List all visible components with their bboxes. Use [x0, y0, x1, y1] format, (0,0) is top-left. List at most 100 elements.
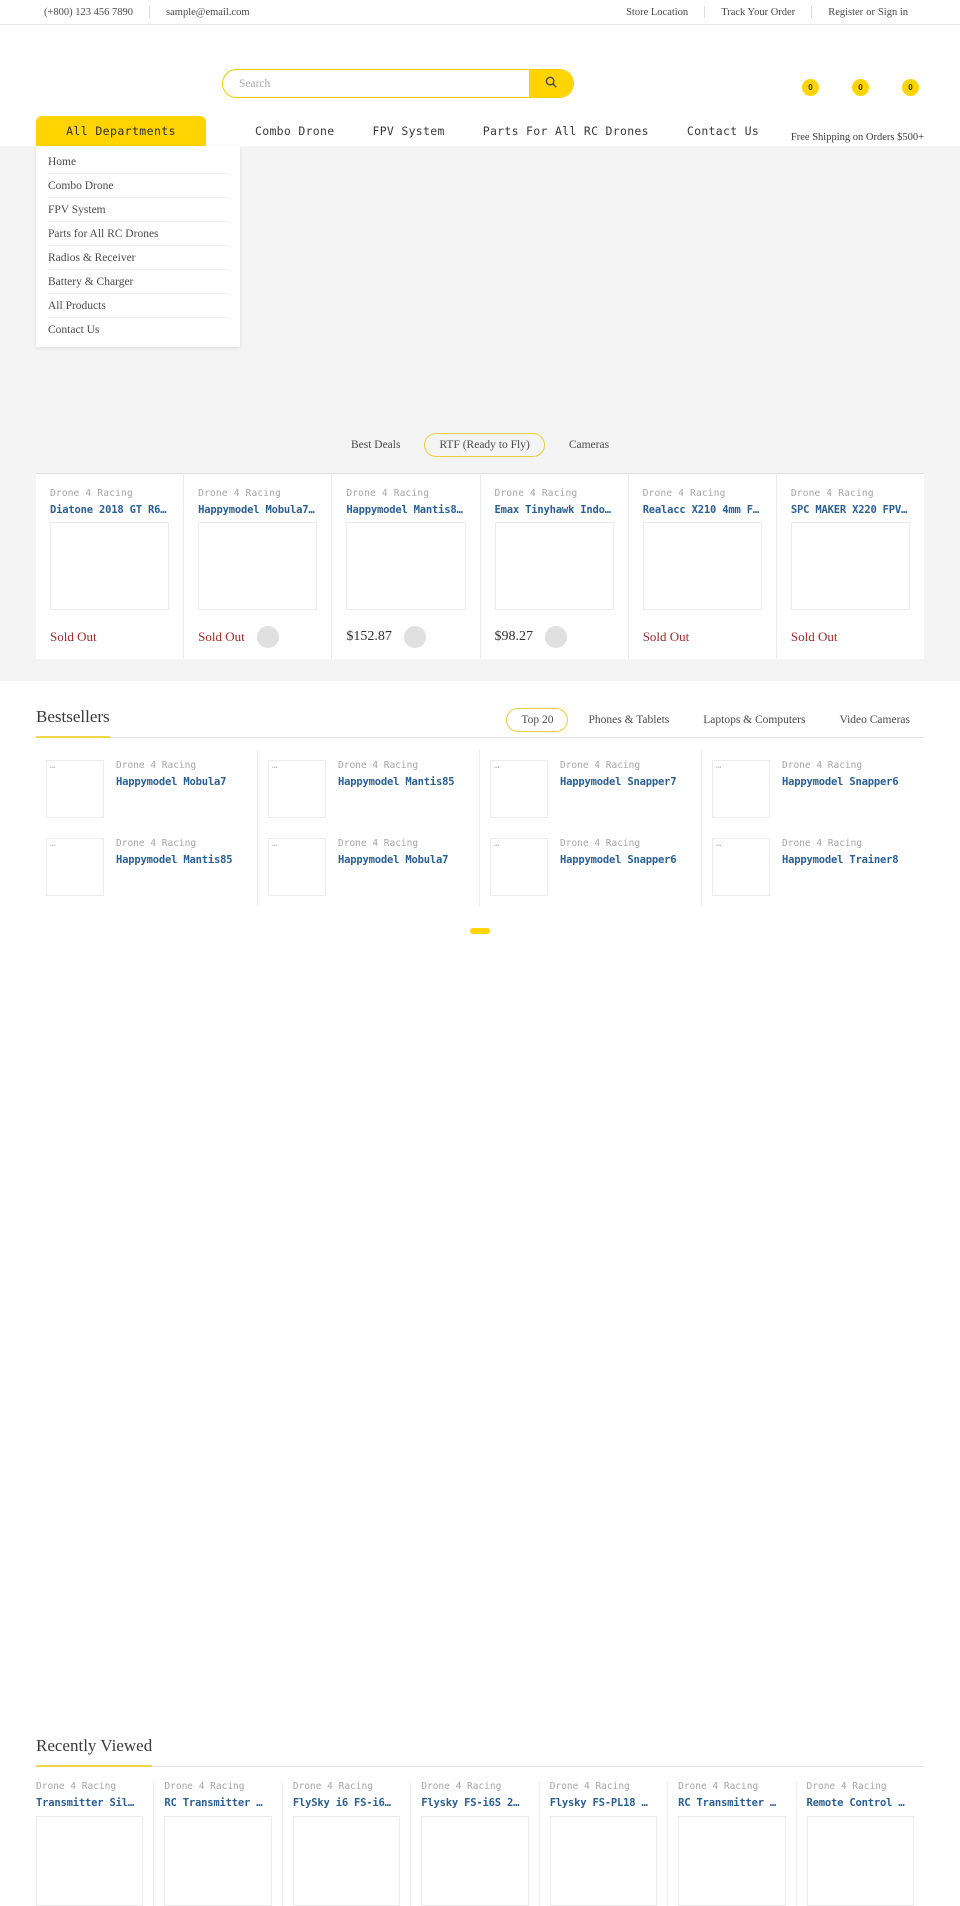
product-card[interactable]: Drone 4 Racing Happymodel Mantis8… $152.87 — [332, 474, 481, 659]
dropdown-item-1[interactable]: Combo Drone — [48, 174, 228, 198]
bestseller-item[interactable]: … Drone 4 Racing Happymodel Trainer8 — [702, 828, 924, 906]
wishlist-icon[interactable]: 0 — [852, 79, 874, 99]
sold-out-label: Sold Out — [790, 629, 838, 644]
product-image — [292, 1816, 401, 1906]
product-thumbnail: … — [490, 760, 548, 818]
signin-link[interactable]: Sign in — [878, 7, 908, 18]
product-title[interactable]: Happymodel Mobula7 — [116, 776, 226, 788]
product-title[interactable]: Happymodel Trainer8 — [782, 854, 898, 866]
product-card[interactable]: Drone 4 Racing Diatone 2018 GT R6… Sold Ou… — [36, 474, 185, 659]
product-image — [421, 1816, 529, 1906]
product-title[interactable]: Happymodel Mantis85 — [116, 854, 232, 866]
store-location-link[interactable]: Store Location — [618, 7, 704, 18]
register-link[interactable]: Register — [828, 7, 863, 18]
search-input[interactable] — [223, 70, 529, 97]
product-footer: $98.27 — [495, 622, 614, 652]
recently-viewed-card[interactable]: Drone 4 Racing Flysky FS-i6S 2… — [421, 1781, 540, 1906]
add-to-cart-icon[interactable] — [256, 626, 279, 648]
bestseller-item[interactable]: … Drone 4 Racing Happymodel Snapper6 — [702, 750, 924, 828]
dropdown-item-7[interactable]: Contact Us — [48, 318, 228, 341]
departments-dropdown: Home Combo Drone FPV System Parts for All R… — [36, 146, 240, 347]
bestsellers-tab-0[interactable]: Top 20 — [506, 708, 569, 732]
product-brand: Drone 4 Racing — [116, 838, 197, 849]
recently-viewed-heading: Recently Viewed — [36, 1736, 153, 1767]
recently-viewed-card[interactable]: Drone 4 Racing Transmitter Sil… — [36, 1781, 155, 1906]
product-title[interactable]: RC Transmitter … — [678, 1797, 785, 1809]
bestsellers-tab-2[interactable]: Laptops & Computers — [689, 709, 819, 731]
bestseller-item[interactable]: … Drone 4 Racing Happymodel Mobula7 — [36, 750, 258, 828]
product-title[interactable]: Realacc X210 4mm F… — [643, 504, 762, 516]
sold-out-label: Sold Out — [50, 629, 97, 644]
product-title[interactable]: Happymodel Snapper7 — [560, 776, 676, 788]
product-brand: Drone 4 Racing — [549, 1781, 630, 1792]
product-brand: Drone 4 Racing — [198, 488, 282, 499]
bestsellers-tab-3[interactable]: Video Cameras — [825, 709, 924, 731]
deals-tab-2[interactable]: Cameras — [555, 434, 623, 456]
site-header: 0 0 0 — [0, 25, 960, 110]
product-footer: Sold Out — [643, 622, 762, 652]
deals-tab-0[interactable]: Best Deals — [337, 434, 415, 456]
product-brand: Drone 4 Racing — [338, 760, 419, 771]
recently-viewed-card[interactable]: Drone 4 Racing Remote Control … — [806, 1781, 924, 1906]
cart-icon[interactable]: 0 — [902, 79, 924, 99]
product-card[interactable]: Drone 4 Racing Realacc X210 4mm F… Sold Ou… — [629, 474, 777, 659]
recently-viewed-card[interactable]: Drone 4 Racing RC Transmitter … — [678, 1781, 797, 1906]
dropdown-item-5[interactable]: Battery & Charger — [48, 270, 228, 294]
dropdown-item-6[interactable]: All Products — [48, 294, 228, 318]
product-title[interactable]: Happymodel Mobula7… — [198, 504, 317, 516]
product-title[interactable]: Happymodel Mantis85 — [338, 776, 454, 788]
product-title[interactable]: Emax Tinyhawk Indo… — [495, 504, 614, 516]
product-title[interactable]: Transmitter Sil… — [36, 1797, 143, 1809]
bestseller-item[interactable]: … Drone 4 Racing Happymodel Snapper6 — [480, 828, 702, 906]
all-departments-button[interactable]: All Departments — [36, 116, 206, 146]
bestseller-item[interactable]: … Drone 4 Racing Happymodel Mantis85 — [36, 828, 258, 906]
recently-viewed-card[interactable]: Drone 4 Racing Flysky FS-PL18 … — [549, 1781, 669, 1906]
bestseller-item[interactable]: … Drone 4 Racing Happymodel Snapper7 — [480, 750, 702, 828]
nav-item-fpv-system[interactable]: FPV System — [353, 124, 463, 138]
compare-icon[interactable]: 0 — [802, 79, 824, 99]
product-title[interactable]: Flysky FS-i6S 2… — [421, 1797, 528, 1809]
bestseller-item[interactable]: … Drone 4 Racing Happymodel Mantis85 — [258, 750, 480, 828]
add-to-cart-icon[interactable] — [403, 626, 426, 648]
bestsellers-tab-1[interactable]: Phones & Tablets — [574, 709, 683, 731]
email-address[interactable]: sample@email.com — [150, 7, 265, 18]
product-card[interactable]: Drone 4 Racing SPC MAKER X220 FPV… Sold Ou… — [777, 474, 924, 659]
bestsellers-section: Bestsellers Top 20 Phones & Tablets Laptop… — [36, 681, 924, 944]
product-title[interactable]: Flysky FS-PL18 … — [550, 1797, 657, 1809]
product-title[interactable]: RC Transmitter … — [164, 1797, 271, 1809]
product-title[interactable]: SPC MAKER X220 FPV… — [791, 504, 910, 516]
product-title[interactable]: Happymodel Snapper6 — [560, 854, 676, 866]
search-button[interactable] — [529, 70, 573, 97]
nav-item-parts[interactable]: Parts For All RC Drones — [464, 124, 668, 138]
deals-section: Best Deals RTF (Ready to Fly) Cameras Dron… — [0, 411, 960, 681]
bestseller-item[interactable]: … Drone 4 Racing Happymodel Mobula7 — [258, 828, 480, 906]
product-brand: Drone 4 Racing — [494, 488, 578, 499]
deals-product-grid: Drone 4 Racing Diatone 2018 GT R6… Sold Ou… — [36, 474, 924, 659]
add-to-cart-icon[interactable] — [545, 626, 568, 648]
product-image — [678, 1816, 786, 1906]
dropdown-item-3[interactable]: Parts for All RC Drones — [48, 222, 228, 246]
product-card[interactable]: Drone 4 Racing Happymodel Mobula7… Sold Ou… — [184, 474, 333, 659]
product-title[interactable]: Remote Control … — [807, 1797, 914, 1809]
dropdown-item-4[interactable]: Radios & Receiver — [48, 246, 228, 270]
product-card[interactable]: Drone 4 Racing Emax Tinyhawk Indo… $98.27 — [481, 474, 629, 659]
dropdown-item-0[interactable]: Home — [48, 150, 228, 174]
track-order-link[interactable]: Track Your Order — [705, 7, 811, 18]
nav-item-combo-drone[interactable]: Combo Drone — [236, 124, 353, 138]
nav-item-contact-us[interactable]: Contact Us — [668, 124, 778, 138]
cart-count: 0 — [902, 79, 919, 96]
recently-viewed-card[interactable]: Drone 4 Racing FlySky i6 FS-i6… — [292, 1781, 412, 1906]
product-footer: Sold Out — [791, 622, 910, 652]
or-text: or — [866, 6, 875, 18]
deals-tab-1[interactable]: RTF (Ready to Fly) — [424, 433, 545, 457]
product-title[interactable]: Diatone 2018 GT R6… — [50, 504, 169, 516]
search-bar[interactable] — [222, 69, 574, 98]
product-title[interactable]: FlySky i6 FS-i6… — [293, 1797, 400, 1809]
dropdown-item-2[interactable]: FPV System — [48, 198, 228, 222]
nav-links: Combo Drone FPV System Parts For All RC … — [236, 116, 778, 146]
product-title[interactable]: Happymodel Mantis8… — [346, 504, 465, 516]
product-title[interactable]: Happymodel Snapper6 — [782, 776, 898, 788]
product-title[interactable]: Happymodel Mobula7 — [338, 854, 448, 866]
pagination-dot-active[interactable] — [470, 928, 490, 934]
recently-viewed-card[interactable]: Drone 4 Racing RC Transmitter … — [164, 1781, 283, 1906]
